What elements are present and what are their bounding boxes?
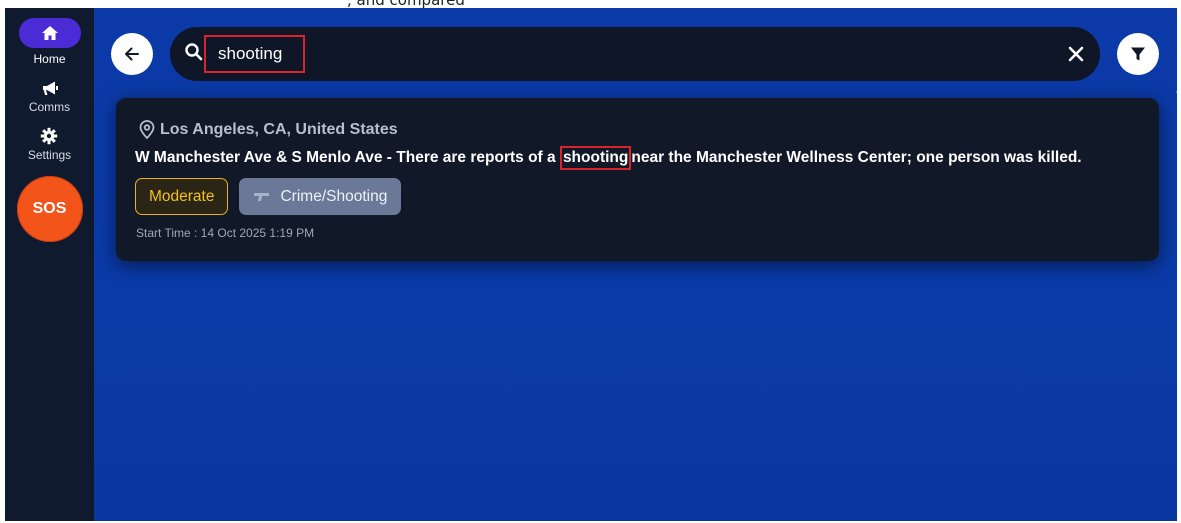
- back-button[interactable]: [111, 33, 153, 75]
- app-window: Home Comms Settings SOS shooting · Los A…: [5, 8, 1179, 521]
- incident-description: W Manchester Ave & S Menlo Ave - There a…: [135, 146, 1145, 170]
- megaphone-icon: [40, 78, 60, 98]
- search-icon: [185, 43, 203, 61]
- start-time: Start Time : 14 Oct 2025 1:19 PM: [136, 226, 315, 240]
- sidebar-item-label: Comms: [28, 100, 71, 114]
- sidebar-item-label: Settings: [27, 148, 72, 162]
- filter-icon: [1131, 47, 1145, 61]
- home-pill: [18, 18, 81, 48]
- main-content: · Los Angeles, CA, United States W Manch…: [94, 8, 1179, 521]
- arrow-left-icon: [125, 47, 139, 61]
- clear-search-button[interactable]: [1064, 42, 1088, 66]
- sidebar-item-home[interactable]: Home: [18, 18, 81, 66]
- sidebar-item-settings[interactable]: Settings: [28, 126, 71, 162]
- gun-icon: [254, 192, 270, 201]
- description-text: W Manchester Ave & S Menlo Ave - There a…: [135, 149, 556, 166]
- location-pin-icon: [139, 120, 155, 140]
- sidebar-item-label: Home: [33, 52, 66, 66]
- tag-row: Moderate Crime/Shooting: [135, 178, 402, 215]
- category-label: Crime/Shooting: [280, 187, 388, 205]
- location-row: Los Angeles, CA, United States: [137, 120, 398, 140]
- description-text: near the Manchester Wellness Center; one…: [631, 149, 1082, 166]
- top-caption-strip: , and compared: [0, 0, 1181, 8]
- category-badge: Crime/Shooting: [239, 178, 402, 215]
- edge-mark: ·: [1175, 84, 1179, 98]
- home-icon: [40, 23, 60, 43]
- close-icon: [1068, 46, 1084, 62]
- filter-button[interactable]: [1117, 33, 1159, 75]
- severity-badge: Moderate: [135, 178, 229, 215]
- top-caption-text: , and compared: [347, 0, 465, 8]
- incident-card[interactable]: Los Angeles, CA, United States W Manches…: [116, 98, 1159, 261]
- sidebar-item-comms[interactable]: Comms: [29, 78, 70, 114]
- search-match-highlight: shooting: [559, 146, 632, 170]
- incident-location: Los Angeles, CA, United States: [160, 121, 398, 138]
- sos-button[interactable]: SOS: [16, 176, 83, 242]
- search-input[interactable]: [204, 35, 305, 73]
- sidebar: Home Comms Settings SOS: [5, 8, 94, 521]
- search-bar: [170, 27, 1100, 81]
- gear-icon: [39, 126, 59, 146]
